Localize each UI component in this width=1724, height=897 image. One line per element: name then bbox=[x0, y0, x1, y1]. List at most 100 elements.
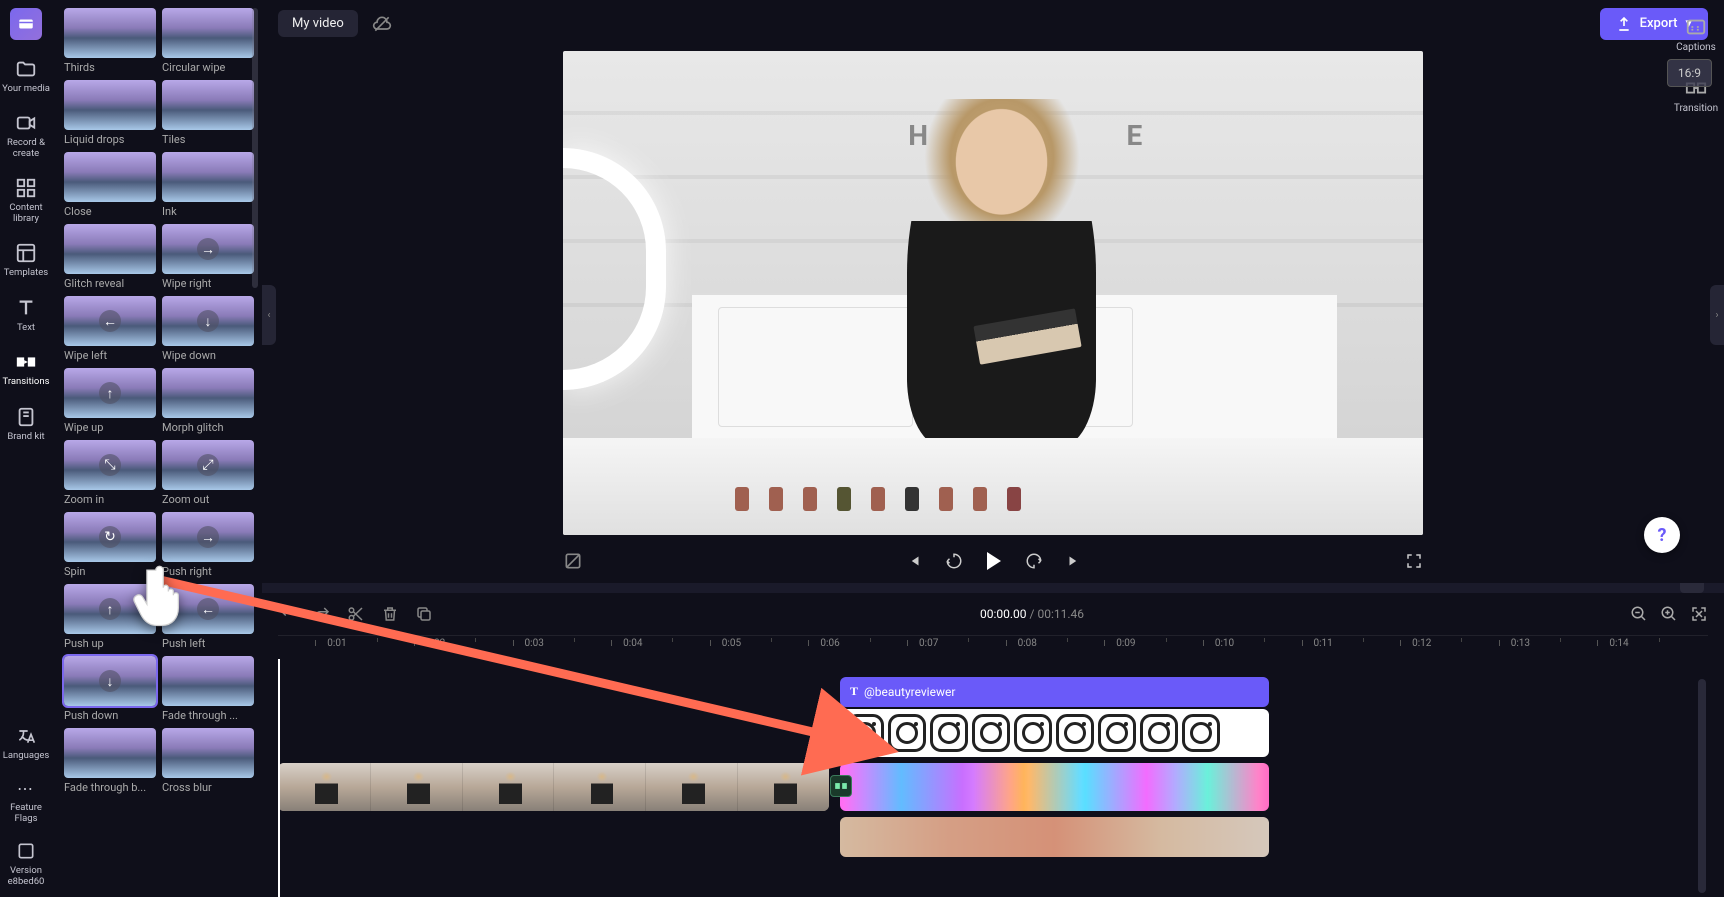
zoom-in-button[interactable] bbox=[1660, 605, 1678, 623]
transition-morph-glitch[interactable]: Morph glitch bbox=[162, 368, 254, 434]
transition-thumb: ↓ bbox=[64, 656, 156, 706]
transition-fade-through-b[interactable]: Fade through b... bbox=[64, 728, 156, 794]
instagram-icon bbox=[1098, 714, 1136, 752]
nav-flags[interactable]: ⋯Feature Flags bbox=[0, 777, 52, 824]
content-icon bbox=[15, 177, 37, 199]
transition-circular-wipe[interactable]: Circular wipe bbox=[162, 8, 254, 74]
instagram-icon bbox=[1182, 714, 1220, 752]
collapse-right-panel[interactable]: › bbox=[1710, 285, 1724, 345]
transition-badge[interactable] bbox=[830, 775, 852, 797]
transition-label: Glitch reveal bbox=[64, 277, 156, 290]
ruler-tick: 0:03 bbox=[525, 638, 544, 649]
timeline-tracks[interactable]: T@beautyreviewer bbox=[278, 659, 1708, 897]
transition-label: Fade through b... bbox=[64, 781, 156, 794]
playhead[interactable] bbox=[278, 659, 280, 897]
transition-wipe-up[interactable]: ↑Wipe up bbox=[64, 368, 156, 434]
nav-your-media[interactable]: Your media bbox=[2, 58, 50, 94]
transition-glitch-reveal[interactable]: Glitch reveal bbox=[64, 224, 156, 290]
ruler-tick: 0:14 bbox=[1609, 638, 1628, 649]
undo-button[interactable] bbox=[278, 604, 298, 624]
nav-record[interactable]: Record & create bbox=[0, 112, 52, 159]
transition-label: Zoom out bbox=[162, 493, 254, 506]
transition-liquid-drops[interactable]: Liquid drops bbox=[64, 80, 156, 146]
transition-fade-through[interactable]: Fade through ... bbox=[162, 656, 254, 722]
panel-scrollbar[interactable] bbox=[252, 8, 258, 288]
instagram-icon bbox=[1014, 714, 1052, 752]
aspect-ratio-selector[interactable]: 16:9 bbox=[1667, 59, 1712, 87]
forward-button[interactable] bbox=[1023, 550, 1045, 572]
transition-wipe-right[interactable]: →Wipe right bbox=[162, 224, 254, 290]
skip-fwd-button[interactable] bbox=[1063, 550, 1085, 572]
help-button[interactable]: ? bbox=[1644, 517, 1680, 553]
transition-push-up[interactable]: ↑Push up bbox=[64, 584, 156, 650]
nav-version[interactable]: Version e8bed60 bbox=[0, 840, 52, 887]
ruler-tick: 0:12 bbox=[1412, 638, 1431, 649]
instagram-icon bbox=[1056, 714, 1094, 752]
nav-brand[interactable]: Brand kit bbox=[7, 406, 44, 442]
app-logo[interactable] bbox=[10, 8, 42, 40]
transition-ink[interactable]: Ink bbox=[162, 152, 254, 218]
transition-label: Zoom in bbox=[64, 493, 156, 506]
nav-templates[interactable]: Templates bbox=[4, 242, 48, 278]
video-preview[interactable]: H M E bbox=[563, 51, 1423, 535]
brand-icon bbox=[15, 406, 37, 428]
transition-thumb: ↑ bbox=[64, 584, 156, 634]
transition-thumb bbox=[162, 656, 254, 706]
nav-text[interactable]: Text bbox=[15, 297, 37, 333]
cloud-sync-icon[interactable] bbox=[372, 14, 392, 34]
timecode: 00:00.00 / 00:11.46 bbox=[434, 607, 1630, 621]
redo-button[interactable] bbox=[312, 604, 332, 624]
templates-icon bbox=[15, 242, 37, 264]
transition-cross-blur[interactable]: Cross blur bbox=[162, 728, 254, 794]
instagram-icon bbox=[930, 714, 968, 752]
transition-label: Push left bbox=[162, 637, 254, 650]
ruler-tick: 0:05 bbox=[722, 638, 741, 649]
play-button[interactable] bbox=[983, 550, 1005, 572]
transition-wipe-down[interactable]: ↓ Wipe down bbox=[162, 296, 254, 362]
transition-thumb: ↻ bbox=[64, 512, 156, 562]
instagram-clip[interactable] bbox=[840, 709, 1269, 757]
timeline-scrollbar[interactable] bbox=[1698, 679, 1706, 893]
transition-tiles[interactable]: Tiles bbox=[162, 80, 254, 146]
timeline-ruler[interactable]: 0:010:020:030:040:050:060:070:080:090:10… bbox=[278, 635, 1708, 659]
transition-thumb bbox=[162, 80, 254, 130]
transition-spin[interactable]: ↻Spin bbox=[64, 512, 156, 578]
text-clip[interactable]: T@beautyreviewer bbox=[840, 677, 1269, 707]
nav-languages[interactable]: Languages bbox=[3, 725, 50, 761]
nav-transitions[interactable]: Transitions bbox=[3, 351, 50, 387]
instagram-icon bbox=[972, 714, 1010, 752]
video-clip-1[interactable] bbox=[278, 763, 829, 811]
audio-clip[interactable] bbox=[840, 817, 1269, 857]
ruler-tick: 0:08 bbox=[1018, 638, 1037, 649]
video-clip-2[interactable] bbox=[840, 763, 1269, 811]
delete-button[interactable] bbox=[380, 604, 400, 624]
collapse-left-panel[interactable]: ‹ bbox=[262, 285, 276, 345]
rewind-button[interactable] bbox=[943, 550, 965, 572]
transitions-panel: ThirdsCircular wipeLiquid dropsTilesClos… bbox=[52, 0, 262, 897]
nav-content[interactable]: Content library bbox=[0, 177, 52, 224]
transition-zoom-in[interactable]: ⤡Zoom in bbox=[64, 440, 156, 506]
split-button[interactable] bbox=[346, 604, 366, 624]
zoom-out-button[interactable] bbox=[1630, 605, 1648, 623]
transition-push-right[interactable]: →Push right bbox=[162, 512, 254, 578]
instagram-icon bbox=[1140, 714, 1178, 752]
transition-wipe-left[interactable]: ←Wipe left bbox=[64, 296, 156, 362]
transition-thumb: ↓ bbox=[162, 296, 254, 346]
transition-thumb: ← bbox=[162, 584, 254, 634]
transition-push-down[interactable]: ↓Push down bbox=[64, 656, 156, 722]
panel-resize-handle[interactable] bbox=[262, 583, 1724, 593]
transition-close[interactable]: Close bbox=[64, 152, 156, 218]
duplicate-button[interactable] bbox=[414, 604, 434, 624]
skip-back-button[interactable] bbox=[903, 550, 925, 572]
fullscreen-button[interactable] bbox=[1405, 552, 1423, 570]
transition-zoom-out[interactable]: ⤢Zoom out bbox=[162, 440, 254, 506]
transition-push-left[interactable]: ← Push left bbox=[162, 584, 254, 650]
ruler-tick: 0:07 bbox=[919, 638, 938, 649]
transition-label: Wipe down bbox=[162, 349, 254, 362]
hide-overlay-button[interactable] bbox=[563, 551, 583, 571]
fit-button[interactable] bbox=[1690, 605, 1708, 623]
project-title[interactable]: My video bbox=[278, 10, 358, 37]
transition-label: Fade through ... bbox=[162, 709, 254, 722]
transition-thumb bbox=[64, 152, 156, 202]
transition-thirds[interactable]: Thirds bbox=[64, 8, 156, 74]
